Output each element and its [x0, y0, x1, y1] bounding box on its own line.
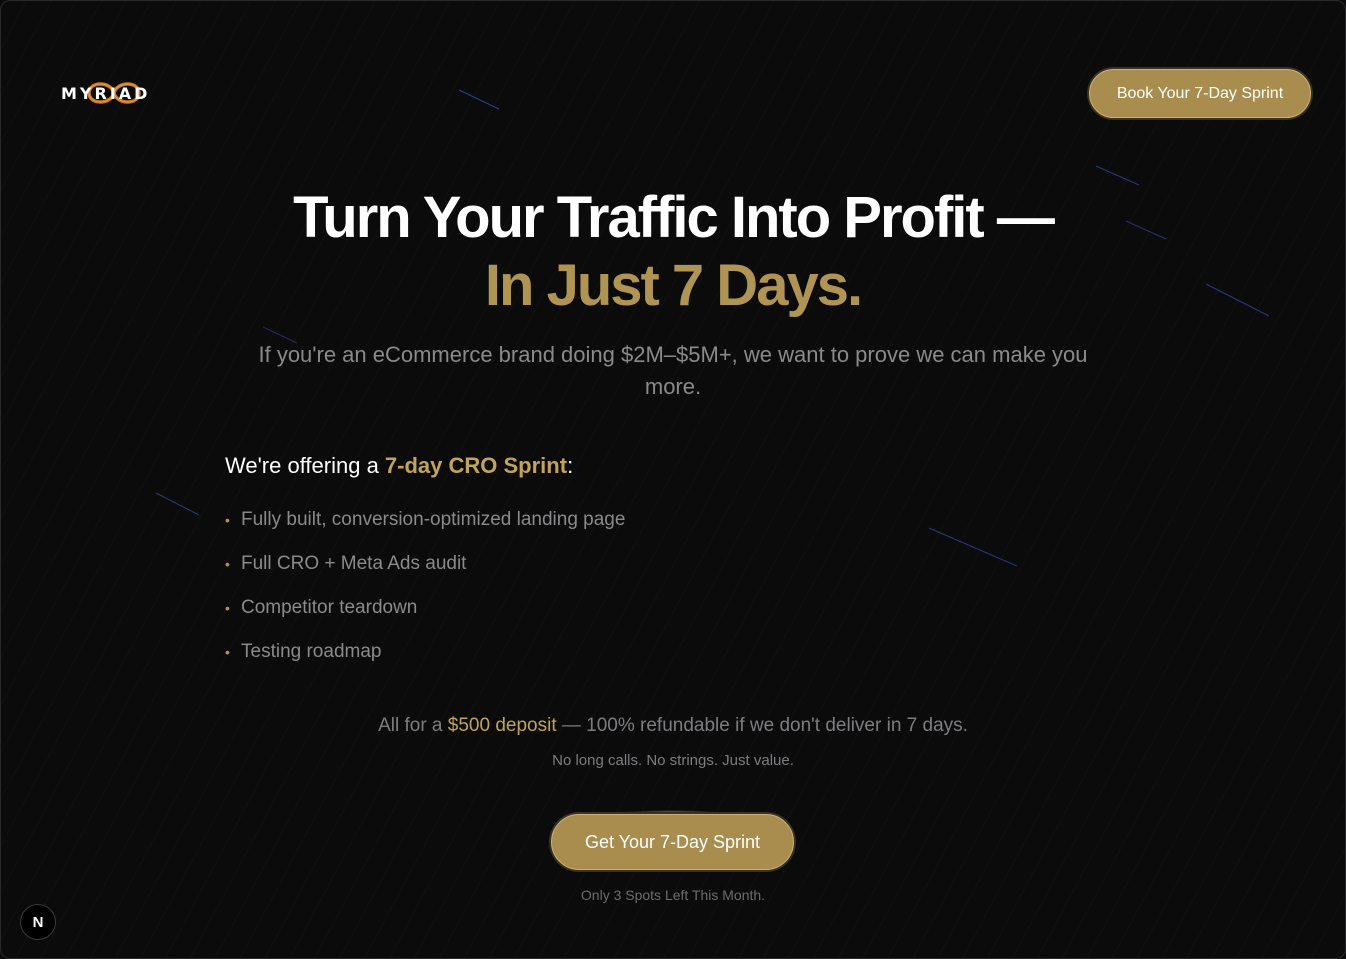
list-item: • Testing roadmap — [225, 636, 625, 680]
offer-heading-suffix: : — [567, 453, 574, 478]
pricing-suffix: — 100% refundable if we don't deliver in… — [556, 715, 968, 736]
list-item-label: Testing roadmap — [241, 641, 382, 662]
list-item-label: Competitor teardown — [241, 597, 418, 618]
scarcity-note: Only 3 Spots Left This Month. — [580, 887, 766, 903]
list-item-label: Fully built, conversion-optimized landin… — [241, 509, 626, 530]
book-sprint-button[interactable]: Book Your 7-Day Sprint — [1089, 69, 1311, 118]
get-sprint-button[interactable]: Get Your 7-Day Sprint — [551, 814, 794, 870]
hero-headline-line2: In Just 7 Days. — [484, 253, 863, 318]
pricing-prefix: All for a — [378, 715, 448, 736]
list-item: • Full CRO + Meta Ads audit — [225, 548, 625, 592]
bullet-dot-icon: • — [225, 556, 230, 572]
list-item: • Fully built, conversion-optimized land… — [225, 504, 625, 548]
list-item: • Competitor teardown — [225, 592, 625, 636]
myriad-logo[interactable]: MYRIAD — [59, 75, 169, 111]
pricing-deposit-highlight: $500 deposit — [447, 715, 557, 736]
hero-headline-line1: Turn Your Traffic Into Profit — — [293, 185, 1055, 250]
pricing-tagline: No long calls. No strings. Just value. — [552, 752, 794, 769]
offer-list: • Fully built, conversion-optimized land… — [225, 504, 625, 680]
list-item-label: Full CRO + Meta Ads audit — [241, 553, 467, 574]
logo-wordmark: MYRIAD — [61, 84, 151, 103]
bullet-dot-icon: • — [225, 512, 230, 528]
page-frame: MYRIAD Book Your 7-Day Sprint Turn Your … — [0, 0, 1346, 959]
main-cta-wrapper: Get Your 7-Day Sprint — [551, 810, 794, 870]
bullet-dot-icon: • — [225, 600, 230, 616]
offer-heading: We're offering a 7-day CRO Sprint: — [225, 453, 573, 479]
nextjs-dev-badge-icon[interactable]: N — [20, 904, 56, 940]
hero-subtitle: If you're an eCommerce brand doing $2M–$… — [258, 342, 1088, 399]
bullet-dot-icon: • — [225, 644, 230, 660]
pricing-line: All for a $500 deposit — 100% refundable… — [1, 715, 1345, 737]
offer-heading-prefix: We're offering a — [225, 453, 385, 478]
offer-heading-highlight: 7-day CRO Sprint — [384, 453, 568, 478]
